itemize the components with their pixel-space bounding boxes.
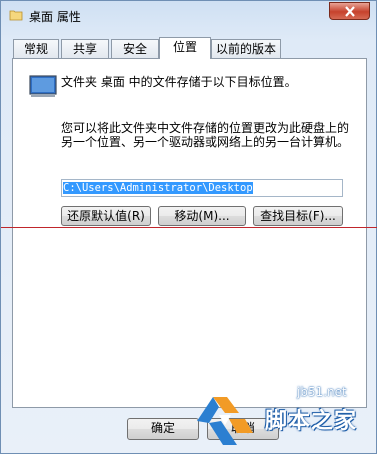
watermark-site: jb51.net bbox=[297, 385, 347, 399]
tab-sharing[interactable]: 共享 bbox=[61, 39, 109, 58]
title-bar[interactable]: 桌面 属性 bbox=[1, 1, 376, 31]
tab-location[interactable]: 位置 bbox=[159, 37, 211, 59]
desktop-folder-icon bbox=[29, 75, 57, 97]
folder-icon bbox=[9, 10, 23, 21]
tab-security[interactable]: 安全 bbox=[111, 39, 159, 58]
location-explanation: 您可以将此文件夹中文件存储的位置更改为此硬盘上的另一个位置、另一个驱动器或网络上… bbox=[61, 121, 350, 149]
annotation-line bbox=[1, 227, 377, 228]
close-button[interactable] bbox=[329, 2, 370, 20]
watermark-name: 脚本之家 bbox=[265, 409, 358, 434]
path-value: C:\Users\Administrator\Desktop bbox=[63, 182, 253, 194]
window-title: 桌面 属性 bbox=[29, 10, 81, 24]
tab-general[interactable]: 常规 bbox=[13, 39, 59, 58]
move-button[interactable]: 移动(M)... bbox=[158, 206, 246, 226]
close-icon bbox=[345, 6, 355, 17]
restore-default-button[interactable]: 还原默认值(R) bbox=[61, 206, 151, 226]
tab-previous-versions[interactable]: 以前的版本 bbox=[211, 39, 281, 58]
properties-window: 桌面 属性 常规 共享 安全 位置 以前的版本 文件夹 桌面 中的文件存储于以下… bbox=[0, 0, 377, 454]
location-description: 文件夹 桌面 中的文件存储于以下目标位置。 bbox=[61, 75, 297, 89]
find-target-button[interactable]: 查找目标(F)... bbox=[253, 206, 343, 226]
ok-button[interactable]: 确定 bbox=[127, 418, 199, 440]
watermark-logo-icon bbox=[197, 397, 253, 445]
location-panel: 文件夹 桌面 中的文件存储于以下目标位置。 您可以将此文件夹中文件存储的位置更改… bbox=[12, 58, 367, 408]
path-input[interactable]: C:\Users\Administrator\Desktop bbox=[61, 179, 343, 197]
